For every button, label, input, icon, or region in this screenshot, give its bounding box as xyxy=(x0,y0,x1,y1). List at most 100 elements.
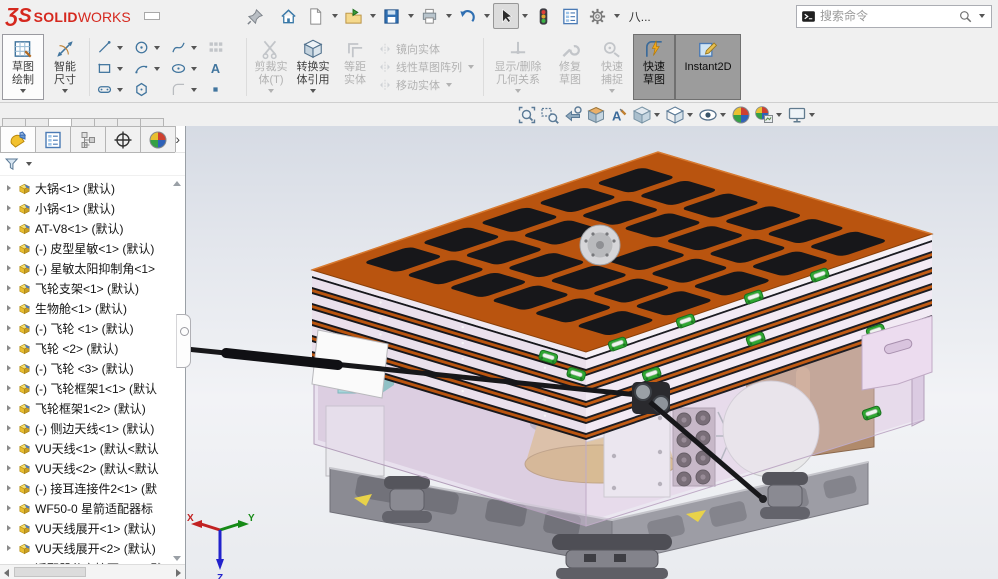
ribbon-tab[interactable] xyxy=(25,118,49,126)
select-cursor-button[interactable] xyxy=(493,3,519,29)
menu-item[interactable] xyxy=(208,12,224,20)
user-label[interactable]: 八... xyxy=(629,8,651,25)
tree-item[interactable]: 飞轮 <2> (默认) xyxy=(0,338,185,358)
new-document-button[interactable] xyxy=(303,3,329,29)
ribbon-tab[interactable] xyxy=(117,118,141,126)
display-style-button[interactable] xyxy=(664,104,696,126)
repair-sketch-button[interactable]: 修复 草图 xyxy=(549,34,591,100)
circle-button[interactable] xyxy=(131,37,168,58)
save-dropdown[interactable] xyxy=(408,14,414,18)
annotation-button[interactable] xyxy=(608,104,630,126)
tree-item[interactable]: 小锅<1> (默认) xyxy=(0,198,185,218)
undo-dropdown[interactable] xyxy=(484,14,490,18)
mirror-tool-item[interactable]: 镜向实体 xyxy=(378,41,476,56)
settings-dropdown[interactable] xyxy=(614,14,620,18)
zoom-to-area-button[interactable] xyxy=(539,104,561,126)
tree-scroll-down[interactable] xyxy=(173,556,181,561)
expand-arrow-icon[interactable] xyxy=(7,365,11,371)
graphics-viewport[interactable]: X Y Z xyxy=(186,126,998,579)
tab-propertymanager[interactable] xyxy=(35,126,71,153)
tree-item[interactable]: (-) 皮型星敏<1> (默认) xyxy=(0,238,185,258)
section-view-button[interactable] xyxy=(585,104,607,126)
ribbon-tab[interactable] xyxy=(140,118,164,126)
menu-item[interactable] xyxy=(176,12,192,20)
tree-item[interactable]: 大锅<1> (默认) xyxy=(0,178,185,198)
tree-item[interactable]: 生物舱<1> (默认) xyxy=(0,298,185,318)
tree-item[interactable]: (-) 飞轮 <1> (默认) xyxy=(0,318,185,338)
print-button[interactable] xyxy=(417,3,443,29)
expand-arrow-icon[interactable] xyxy=(7,385,11,391)
expand-arrow-icon[interactable] xyxy=(7,425,11,431)
undo-button[interactable] xyxy=(455,3,481,29)
pin-icon[interactable] xyxy=(243,3,269,29)
smart-dimension-button[interactable]: 智能 尺寸 xyxy=(44,34,86,100)
tree-item[interactable]: VU天线展开<1> (默认) xyxy=(0,518,185,538)
expand-arrow-icon[interactable] xyxy=(7,285,11,291)
line-button[interactable] xyxy=(94,37,131,58)
new-document-dropdown[interactable] xyxy=(332,14,338,18)
ribbon-tab[interactable] xyxy=(48,118,72,126)
expand-arrow-icon[interactable] xyxy=(7,465,11,471)
tree-item[interactable]: 飞轮框架1<2> (默认) xyxy=(0,398,185,418)
menu-item[interactable] xyxy=(160,12,176,20)
tab-displaymanager[interactable] xyxy=(140,126,176,153)
options-list-button[interactable] xyxy=(558,3,584,29)
sketch-button[interactable]: 草图 绘制 xyxy=(2,34,44,100)
search-dropdown[interactable] xyxy=(979,14,985,18)
tree-horizontal-scrollbar[interactable] xyxy=(0,564,185,579)
sketch-dropdown[interactable] xyxy=(20,89,26,93)
trim-entities-button[interactable]: 剪裁实 体(T) xyxy=(250,34,292,100)
tree-scroll-up[interactable] xyxy=(173,181,181,186)
tree-item[interactable]: WF50-0 星箭适配器标 xyxy=(0,498,185,518)
tree-item[interactable]: AT-V8<1> (默认) xyxy=(0,218,185,238)
select-dropdown[interactable] xyxy=(522,14,528,18)
ellipse-button[interactable] xyxy=(168,58,205,79)
expand-arrow-icon[interactable] xyxy=(7,265,11,271)
hide-show-items-button[interactable] xyxy=(697,104,729,126)
menu-item[interactable] xyxy=(144,12,160,20)
tree-item[interactable]: (-) 接耳连接件2<1> (默 xyxy=(0,478,185,498)
tree-item[interactable]: 飞轮支架<1> (默认) xyxy=(0,278,185,298)
expand-arrow-icon[interactable] xyxy=(7,525,11,531)
sketch-pattern-button[interactable] xyxy=(205,37,242,58)
expand-arrow-icon[interactable] xyxy=(7,405,11,411)
open-dropdown[interactable] xyxy=(370,14,376,18)
expand-arrow-icon[interactable] xyxy=(7,445,11,451)
expand-arrow-icon[interactable] xyxy=(7,485,11,491)
save-button[interactable] xyxy=(379,3,405,29)
slot-button[interactable] xyxy=(94,79,131,100)
filter-funnel-icon[interactable] xyxy=(4,156,21,173)
tab-featuremanager[interactable] xyxy=(0,126,36,153)
offset-entities-button[interactable]: 等距 实体 xyxy=(334,34,376,100)
view-settings-button[interactable] xyxy=(786,104,818,126)
panel-expand-arrow[interactable]: › xyxy=(175,131,180,147)
tree-item[interactable]: VU天线<2> (默认<默认 xyxy=(0,458,185,478)
search-box[interactable] xyxy=(796,5,992,28)
panel-splitter-handle[interactable] xyxy=(176,314,191,368)
tree-item[interactable]: (-) 飞轮 <3> (默认) xyxy=(0,358,185,378)
view-orientation-button[interactable] xyxy=(631,104,663,126)
expand-arrow-icon[interactable] xyxy=(7,205,11,211)
point-button[interactable] xyxy=(205,79,242,100)
ribbon-tab[interactable] xyxy=(71,118,95,126)
zoom-to-fit-button[interactable] xyxy=(516,104,538,126)
instant2d-button[interactable]: Instant2D xyxy=(675,34,741,100)
menu-item[interactable] xyxy=(192,12,208,20)
filter-dropdown[interactable] xyxy=(26,162,32,166)
scroll-right-arrow[interactable] xyxy=(176,569,181,577)
rebuild-traffic-light-button[interactable] xyxy=(531,3,557,29)
quick-snaps-button[interactable]: 快速 捕捉 xyxy=(591,34,633,100)
tree-item[interactable]: VU天线<1> (默认<默认 xyxy=(0,438,185,458)
expand-arrow-icon[interactable] xyxy=(7,345,11,351)
apply-scene-button[interactable] xyxy=(753,104,785,126)
tree-item[interactable]: (-) 飞轮框架1<1> (默认 xyxy=(0,378,185,398)
convert-dropdown[interactable] xyxy=(310,89,316,93)
convert-entities-button[interactable]: 转换实 体引用 xyxy=(292,34,334,100)
expand-arrow-icon[interactable] xyxy=(7,325,11,331)
spline-button[interactable] xyxy=(168,37,205,58)
edit-appearance-button[interactable] xyxy=(730,104,752,126)
tab-configurationmanager[interactable] xyxy=(70,126,106,153)
menu-item[interactable] xyxy=(224,12,240,20)
mirror-tool-item[interactable]: 移动实体 xyxy=(378,77,476,92)
settings-gear-button[interactable] xyxy=(585,3,611,29)
